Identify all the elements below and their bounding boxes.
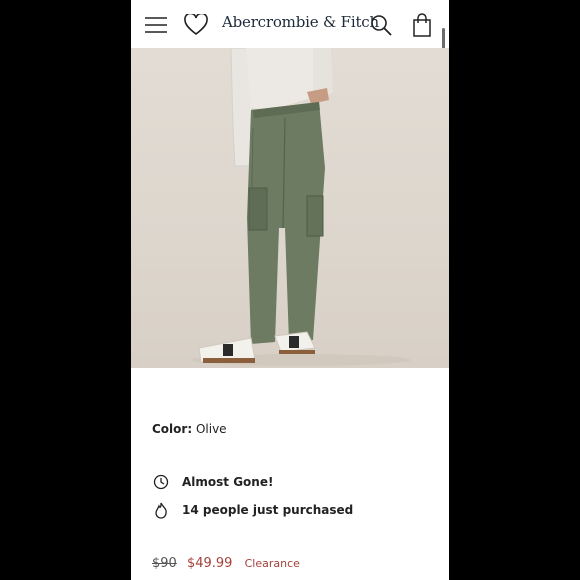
price-block: $90 $49.99 Clearance [152,556,300,571]
color-value: Olive [195,422,227,436]
model-illustration [191,48,411,366]
brand-logo[interactable]: Abercrombie & Fitch [222,13,379,31]
heart-icon[interactable] [183,12,209,38]
product-page: Abercrombie & Fitch Color: Olive Almost … [131,0,449,580]
stock-notice-text: Almost Gone! [182,475,274,489]
site-header: Abercrombie & Fitch [131,0,449,48]
search-icon[interactable] [368,12,394,38]
color-selection[interactable]: Color: Olive [152,422,227,436]
clearance-badge: Clearance [244,557,300,570]
purchase-notice-text: 14 people just purchased [182,503,354,517]
flame-icon [152,501,170,519]
product-image[interactable] [131,48,449,368]
sale-price: $49.99 [186,556,233,571]
product-info: Color: Olive Almost Gone! 14 people just… [131,368,449,580]
menu-icon[interactable] [143,12,169,38]
color-label: Color: [152,422,193,436]
purchase-notice: 14 people just purchased [152,501,353,519]
stock-notice: Almost Gone! [152,473,273,491]
original-price: $90 [152,556,177,571]
clock-icon [152,473,170,491]
bag-icon[interactable] [409,12,435,38]
